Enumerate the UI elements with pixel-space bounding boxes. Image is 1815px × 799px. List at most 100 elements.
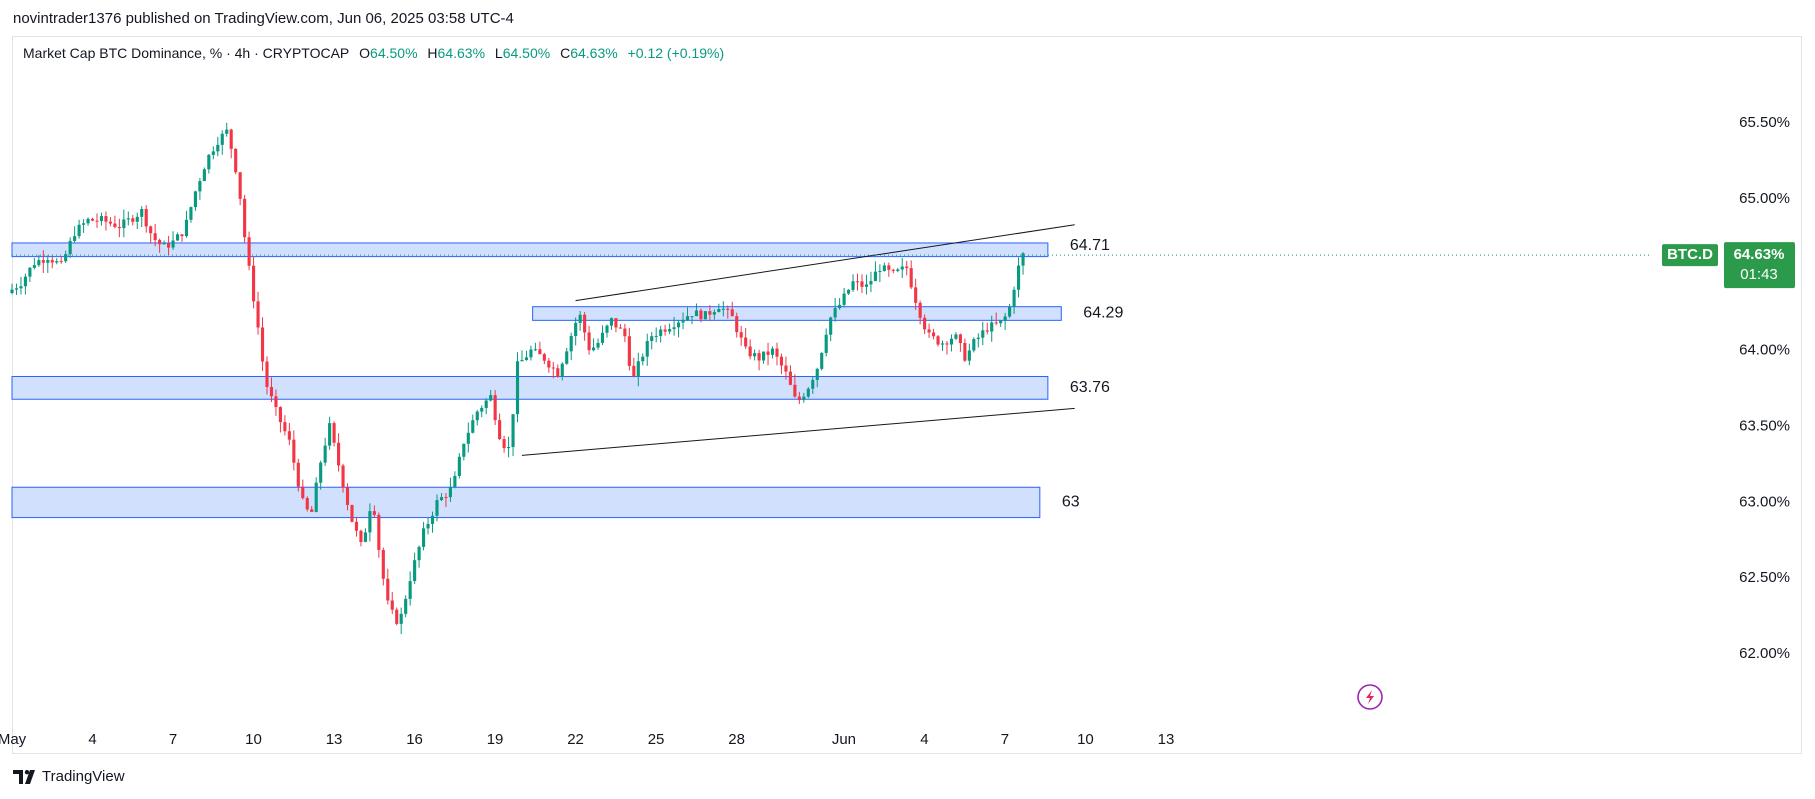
- candle-body: [668, 329, 672, 332]
- candle-body: [990, 322, 994, 332]
- candle-body: [95, 220, 99, 222]
- low-value: 64.50%: [502, 45, 551, 61]
- candle-body: [864, 284, 869, 287]
- candle-body: [337, 442, 341, 466]
- candle-body: [583, 314, 587, 333]
- candle-body: [811, 379, 815, 389]
- zone-label-3: 63: [1062, 494, 1080, 511]
- close-label: C: [560, 45, 571, 61]
- candle-body: [350, 504, 354, 522]
- candle-body: [216, 144, 220, 152]
- candle-body: [292, 439, 296, 463]
- candle-body: [363, 532, 367, 542]
- candle-body: [985, 330, 989, 332]
- x-tick-label: 7: [169, 731, 177, 748]
- candle-body: [144, 209, 148, 227]
- candle-body: [229, 129, 233, 149]
- candle-body: [587, 332, 591, 351]
- candle-body: [605, 325, 609, 333]
- candle-body: [256, 301, 260, 328]
- candle-body: [775, 348, 779, 357]
- candle-body: [484, 400, 488, 408]
- tradingview-logo[interactable]: TradingView: [13, 768, 125, 785]
- candle-body: [238, 172, 242, 199]
- candle-body: [556, 368, 560, 377]
- candle-body: [408, 581, 412, 599]
- candle-body: [999, 320, 1003, 324]
- candle-body: [46, 260, 50, 263]
- candle-body: [332, 423, 336, 443]
- candle-body: [520, 360, 524, 362]
- candle-body: [717, 309, 721, 313]
- candle-body: [824, 334, 828, 353]
- candle-body: [426, 523, 430, 529]
- y-tick-label: 62.50%: [1739, 569, 1790, 586]
- candle-body: [310, 509, 314, 512]
- candle-body: [32, 265, 36, 268]
- candle-body: [175, 234, 180, 241]
- x-tick-label: 13: [1158, 731, 1175, 748]
- price-chart[interactable]: 64.71 64.29 63.76 63 65.50% 65.00% 64.00% 63.5…: [0, 0, 1815, 799]
- candle-body: [167, 243, 171, 248]
- candle-body: [507, 447, 511, 449]
- candle-body: [247, 237, 251, 266]
- candle-body: [372, 511, 376, 515]
- candle-body: [117, 226, 121, 229]
- candle-body: [435, 500, 439, 516]
- candle-body: [838, 304, 842, 309]
- candle-body: [354, 521, 359, 531]
- candle-body: [73, 236, 77, 241]
- candle-body: [739, 332, 743, 338]
- candle-body: [994, 322, 998, 324]
- candle-body: [448, 487, 452, 498]
- candle-body: [757, 353, 761, 361]
- candle-body: [135, 216, 139, 222]
- candle-body: [896, 269, 900, 271]
- candle-body: [323, 445, 327, 463]
- candle-body: [779, 356, 784, 366]
- x-tick-label: 4: [88, 731, 96, 748]
- candle-body: [153, 233, 157, 240]
- candle-body: [524, 357, 529, 361]
- y-tick-label: 65.00%: [1739, 190, 1790, 207]
- candle-body: [851, 281, 855, 290]
- candle-body: [846, 289, 851, 294]
- candle-body: [511, 414, 515, 448]
- candle-body: [457, 456, 461, 476]
- candle-body: [193, 191, 197, 208]
- lightning-icon[interactable]: [1357, 684, 1383, 710]
- candle-body: [99, 216, 104, 222]
- candle-body: [296, 462, 300, 487]
- candle-body: [645, 341, 649, 357]
- x-tick-label: 19: [487, 731, 504, 748]
- candle-body: [368, 511, 372, 533]
- candle-body: [444, 497, 448, 499]
- candle-body: [225, 129, 229, 134]
- candle-body: [609, 318, 614, 326]
- zone-2: [11, 375, 1049, 400]
- candle-body: [967, 350, 971, 361]
- candle-body: [1012, 289, 1016, 307]
- candle-body: [82, 223, 86, 225]
- candle-body: [748, 346, 752, 357]
- low-label: L: [494, 45, 503, 61]
- high-label: H: [427, 45, 438, 61]
- candle-body: [873, 271, 877, 282]
- candle-body: [28, 267, 32, 277]
- open-value: 64.50%: [370, 45, 418, 61]
- candle-body: [19, 286, 23, 289]
- high-value: 64.63%: [437, 45, 486, 61]
- open-label: O: [359, 45, 371, 61]
- candle-body: [694, 310, 699, 317]
- candle-body: [55, 261, 59, 263]
- candle-body: [399, 613, 403, 624]
- candle-body: [882, 265, 886, 272]
- candle-body: [381, 549, 385, 579]
- x-tick-label: 10: [245, 731, 262, 748]
- candle-body: [735, 316, 739, 333]
- candle-body: [68, 240, 72, 255]
- candle-body: [502, 439, 506, 449]
- candle-body: [954, 334, 958, 339]
- candle-body: [498, 420, 502, 440]
- candle-body: [784, 365, 788, 372]
